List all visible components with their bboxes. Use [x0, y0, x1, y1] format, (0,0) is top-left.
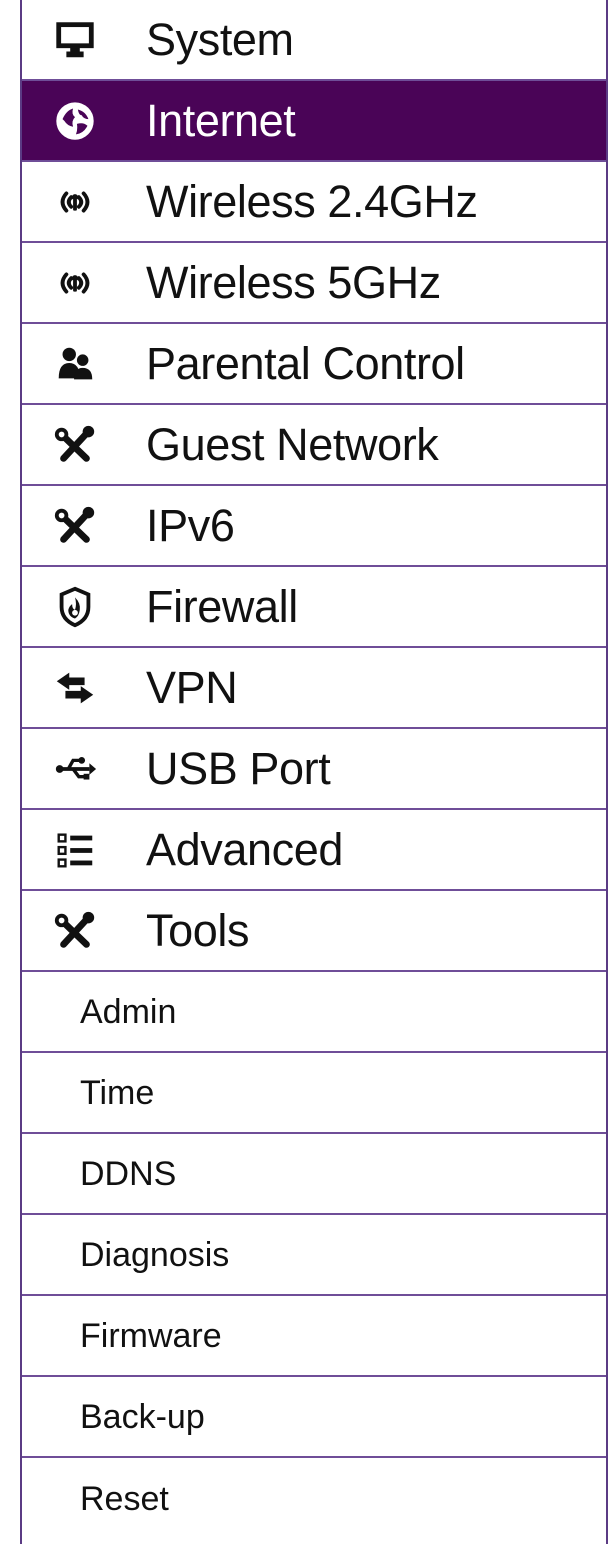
menu-item-tools[interactable]: Tools: [22, 891, 606, 972]
globe-icon: [48, 94, 102, 148]
menu-item-usb-port[interactable]: USB Port: [22, 729, 606, 810]
exchange-arrows-icon: [48, 661, 102, 715]
submenu-item-label: Diagnosis: [80, 1235, 230, 1274]
menu-item-label: Tools: [146, 905, 250, 956]
menu-item-label: IPv6: [146, 500, 235, 551]
list-icon: [48, 823, 102, 877]
wireless-icon: [48, 175, 102, 229]
menu-item-label: Guest Network: [146, 419, 439, 470]
menu-item-advanced[interactable]: Advanced: [22, 810, 606, 891]
menu-item-firewall[interactable]: Firewall: [22, 567, 606, 648]
submenu-item-diagnosis[interactable]: Diagnosis: [22, 1215, 606, 1296]
submenu-item-backup[interactable]: Back-up: [22, 1377, 606, 1458]
menu-item-label: Internet: [146, 95, 296, 146]
submenu-item-reset[interactable]: Reset: [22, 1458, 606, 1539]
menu-item-label: Firewall: [146, 581, 298, 632]
submenu-item-label: DDNS: [80, 1154, 177, 1193]
tools-icon: [48, 904, 102, 958]
menu-item-label: System: [146, 14, 294, 65]
menu-item-vpn[interactable]: VPN: [22, 648, 606, 729]
shield-fire-icon: [48, 580, 102, 634]
submenu-item-label: Time: [80, 1073, 155, 1112]
menu-item-ipv6[interactable]: IPv6: [22, 486, 606, 567]
router-settings-sidebar: System Internet Wireless 2.4GHz Wireless…: [20, 0, 608, 1544]
users-icon: [48, 337, 102, 391]
submenu-item-label: Firmware: [80, 1316, 222, 1355]
menu-item-label: Wireless 5GHz: [146, 257, 441, 308]
wireless-icon: [48, 256, 102, 310]
menu-item-label: Advanced: [146, 824, 343, 875]
menu-item-parental-control[interactable]: Parental Control: [22, 324, 606, 405]
monitor-icon: [48, 13, 102, 67]
menu-item-label: VPN: [146, 662, 238, 713]
menu-item-wireless-24ghz[interactable]: Wireless 2.4GHz: [22, 162, 606, 243]
submenu-item-firmware[interactable]: Firmware: [22, 1296, 606, 1377]
menu-item-guest-network[interactable]: Guest Network: [22, 405, 606, 486]
menu-item-label: Wireless 2.4GHz: [146, 176, 478, 227]
menu-item-internet[interactable]: Internet: [22, 81, 606, 162]
tools-icon: [48, 499, 102, 553]
menu-item-label: USB Port: [146, 743, 331, 794]
submenu-item-admin[interactable]: Admin: [22, 972, 606, 1053]
usb-icon: [48, 742, 102, 796]
submenu-item-label: Reset: [80, 1479, 169, 1518]
menu-item-wireless-5ghz[interactable]: Wireless 5GHz: [22, 243, 606, 324]
tools-icon: [48, 418, 102, 472]
submenu-item-label: Back-up: [80, 1397, 205, 1436]
submenu-item-ddns[interactable]: DDNS: [22, 1134, 606, 1215]
menu-item-system[interactable]: System: [22, 0, 606, 81]
submenu-item-time[interactable]: Time: [22, 1053, 606, 1134]
menu-item-label: Parental Control: [146, 338, 465, 389]
submenu-item-label: Admin: [80, 992, 177, 1031]
